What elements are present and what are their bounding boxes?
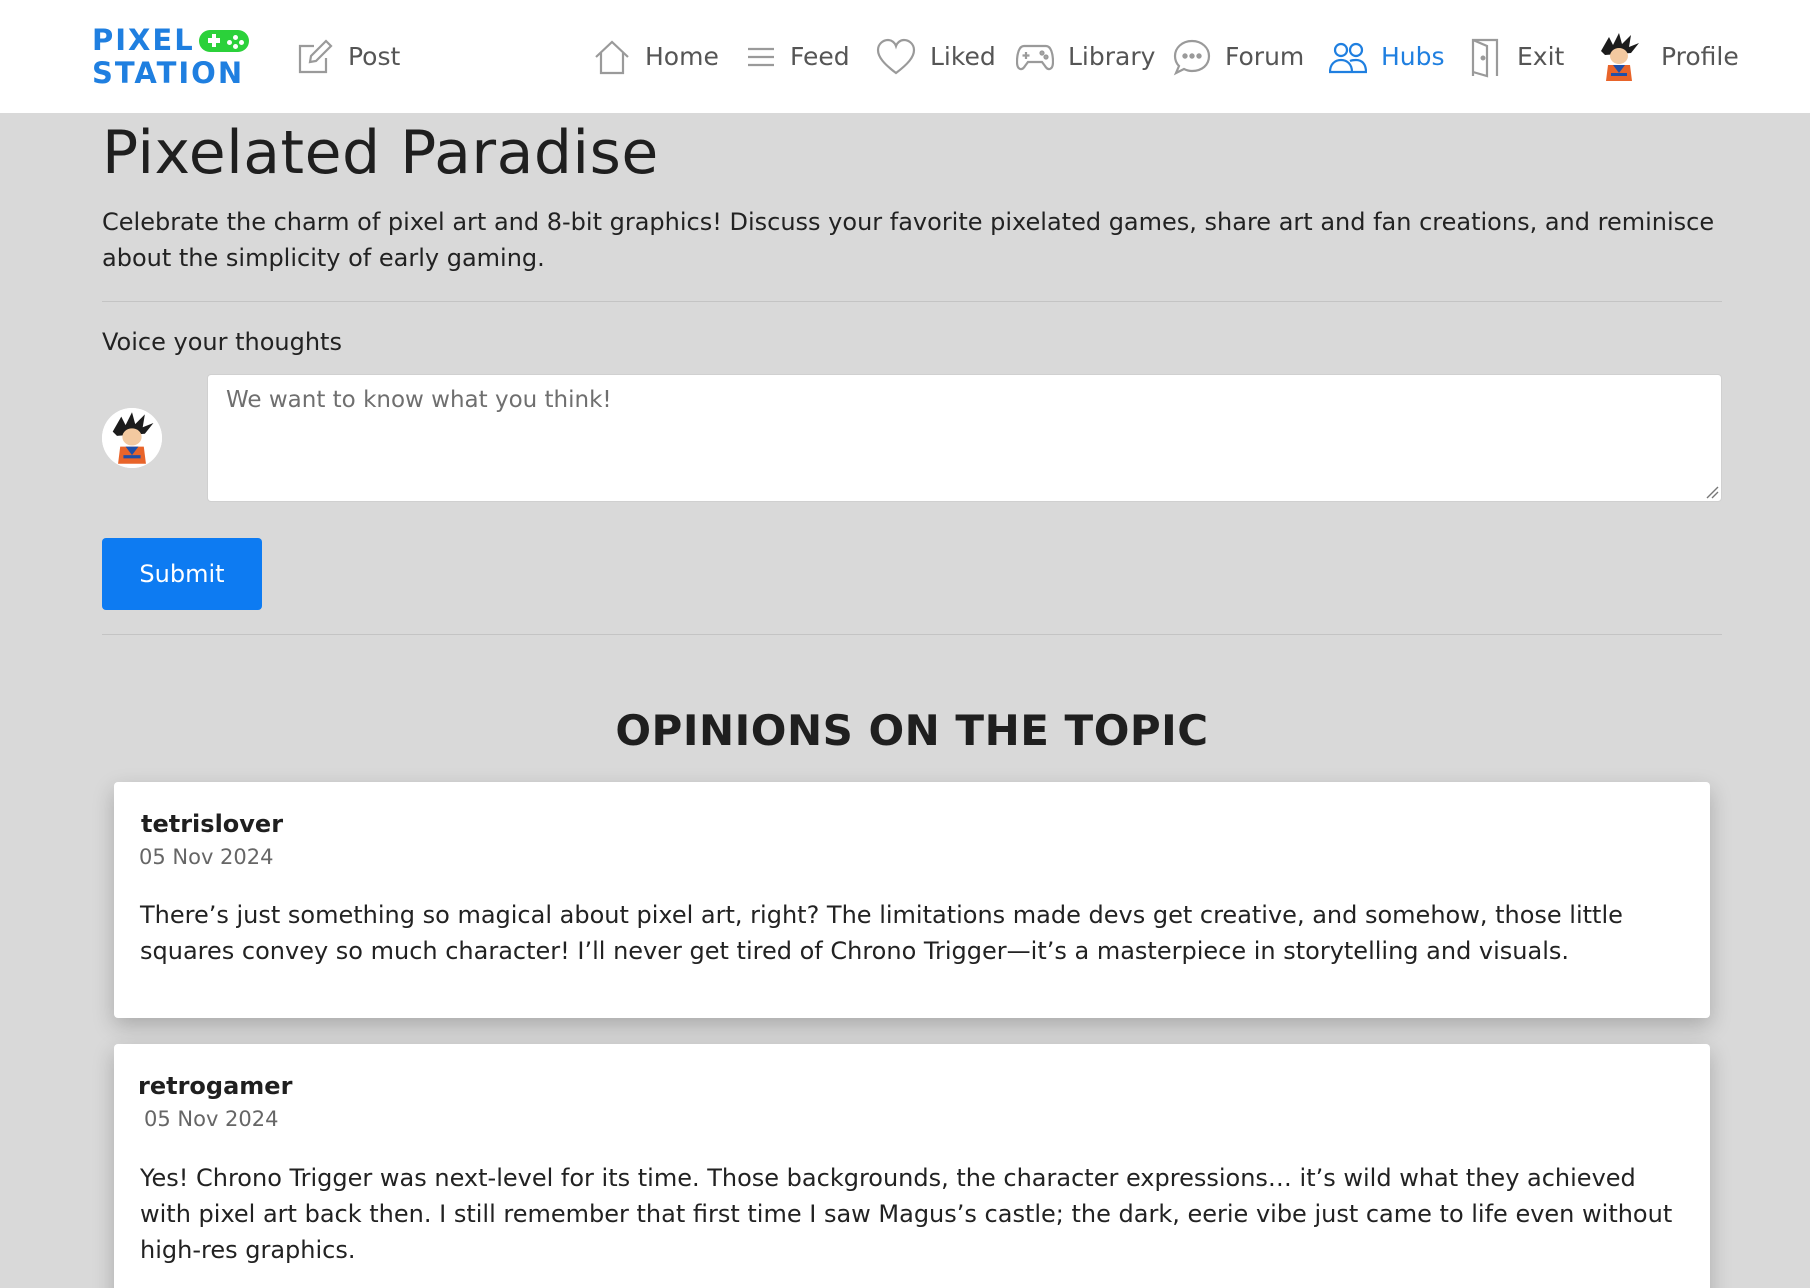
divider <box>102 301 1722 302</box>
nav-post[interactable]: Post <box>296 0 400 113</box>
submit-button[interactable]: Submit <box>102 538 262 610</box>
nav-forum[interactable]: Forum <box>1173 0 1304 113</box>
nav-hubs[interactable]: Hubs <box>1329 0 1445 113</box>
nav-liked-label: Liked <box>930 42 996 71</box>
nav-feed-label: Feed <box>790 42 850 71</box>
nav-profile-label: Profile <box>1661 42 1739 71</box>
opinion-text: Yes! Chrono Trigger was next-level for i… <box>140 1164 1673 1264</box>
heart-icon <box>876 38 916 74</box>
opinion-date: 05 Nov 2024 <box>139 845 274 869</box>
site-logo[interactable]: PIXEL STATION <box>92 24 249 90</box>
comment-textarea[interactable] <box>207 374 1722 502</box>
home-icon <box>595 39 629 74</box>
nav-post-label: Post <box>348 42 401 71</box>
top-navbar: PIXEL STATION Post Home Feed Liked Libra… <box>0 0 1810 113</box>
gamepad-icon <box>1016 44 1054 70</box>
opinion-card: retrogamer 05 Nov 2024 Yes! Chrono Trigg… <box>114 1044 1710 1288</box>
edit-icon <box>298 38 333 73</box>
topic-description: Celebrate the charm of pixel art and 8-b… <box>102 208 1715 272</box>
users-group-icon <box>1329 42 1367 73</box>
logo-line1: PIXEL <box>92 23 195 57</box>
nav-hubs-label: Hubs <box>1381 42 1445 71</box>
resize-handle-icon[interactable] <box>1705 485 1719 499</box>
page-title: Pixelated Paradise <box>102 118 659 188</box>
opinion-author[interactable]: tetrislover <box>141 810 283 838</box>
nav-home-label: Home <box>645 42 719 71</box>
nav-liked[interactable]: Liked <box>876 0 996 113</box>
compose-avatar <box>102 408 162 468</box>
menu-lines-icon <box>748 47 774 66</box>
door-exit-icon <box>1471 38 1499 77</box>
opinion-text: There’s just something so magical about … <box>140 901 1623 965</box>
nav-library-label: Library <box>1068 42 1156 71</box>
opinion-card: tetrislover 05 Nov 2024 There’s just som… <box>114 782 1710 1018</box>
opinions-heading: OPINIONS ON THE TOPIC <box>615 706 1209 755</box>
opinion-date: 05 Nov 2024 <box>144 1107 279 1131</box>
divider <box>102 634 1722 635</box>
nav-library[interactable]: Library <box>1016 0 1155 113</box>
nav-exit-label: Exit <box>1517 42 1565 71</box>
nav-feed[interactable]: Feed <box>746 0 850 113</box>
nav-forum-label: Forum <box>1225 42 1305 71</box>
logo-line2: STATION <box>92 56 245 90</box>
nav-exit[interactable]: Exit <box>1469 0 1564 113</box>
nav-profile[interactable]: Profile <box>1591 0 1739 113</box>
gamepad-logo-icon <box>198 29 249 52</box>
nav-home[interactable]: Home <box>593 0 719 113</box>
opinion-author[interactable]: retrogamer <box>138 1072 292 1100</box>
chat-bubble-icon <box>1173 39 1211 75</box>
user-avatar <box>1591 28 1647 85</box>
compose-label: Voice your thoughts <box>102 328 342 356</box>
